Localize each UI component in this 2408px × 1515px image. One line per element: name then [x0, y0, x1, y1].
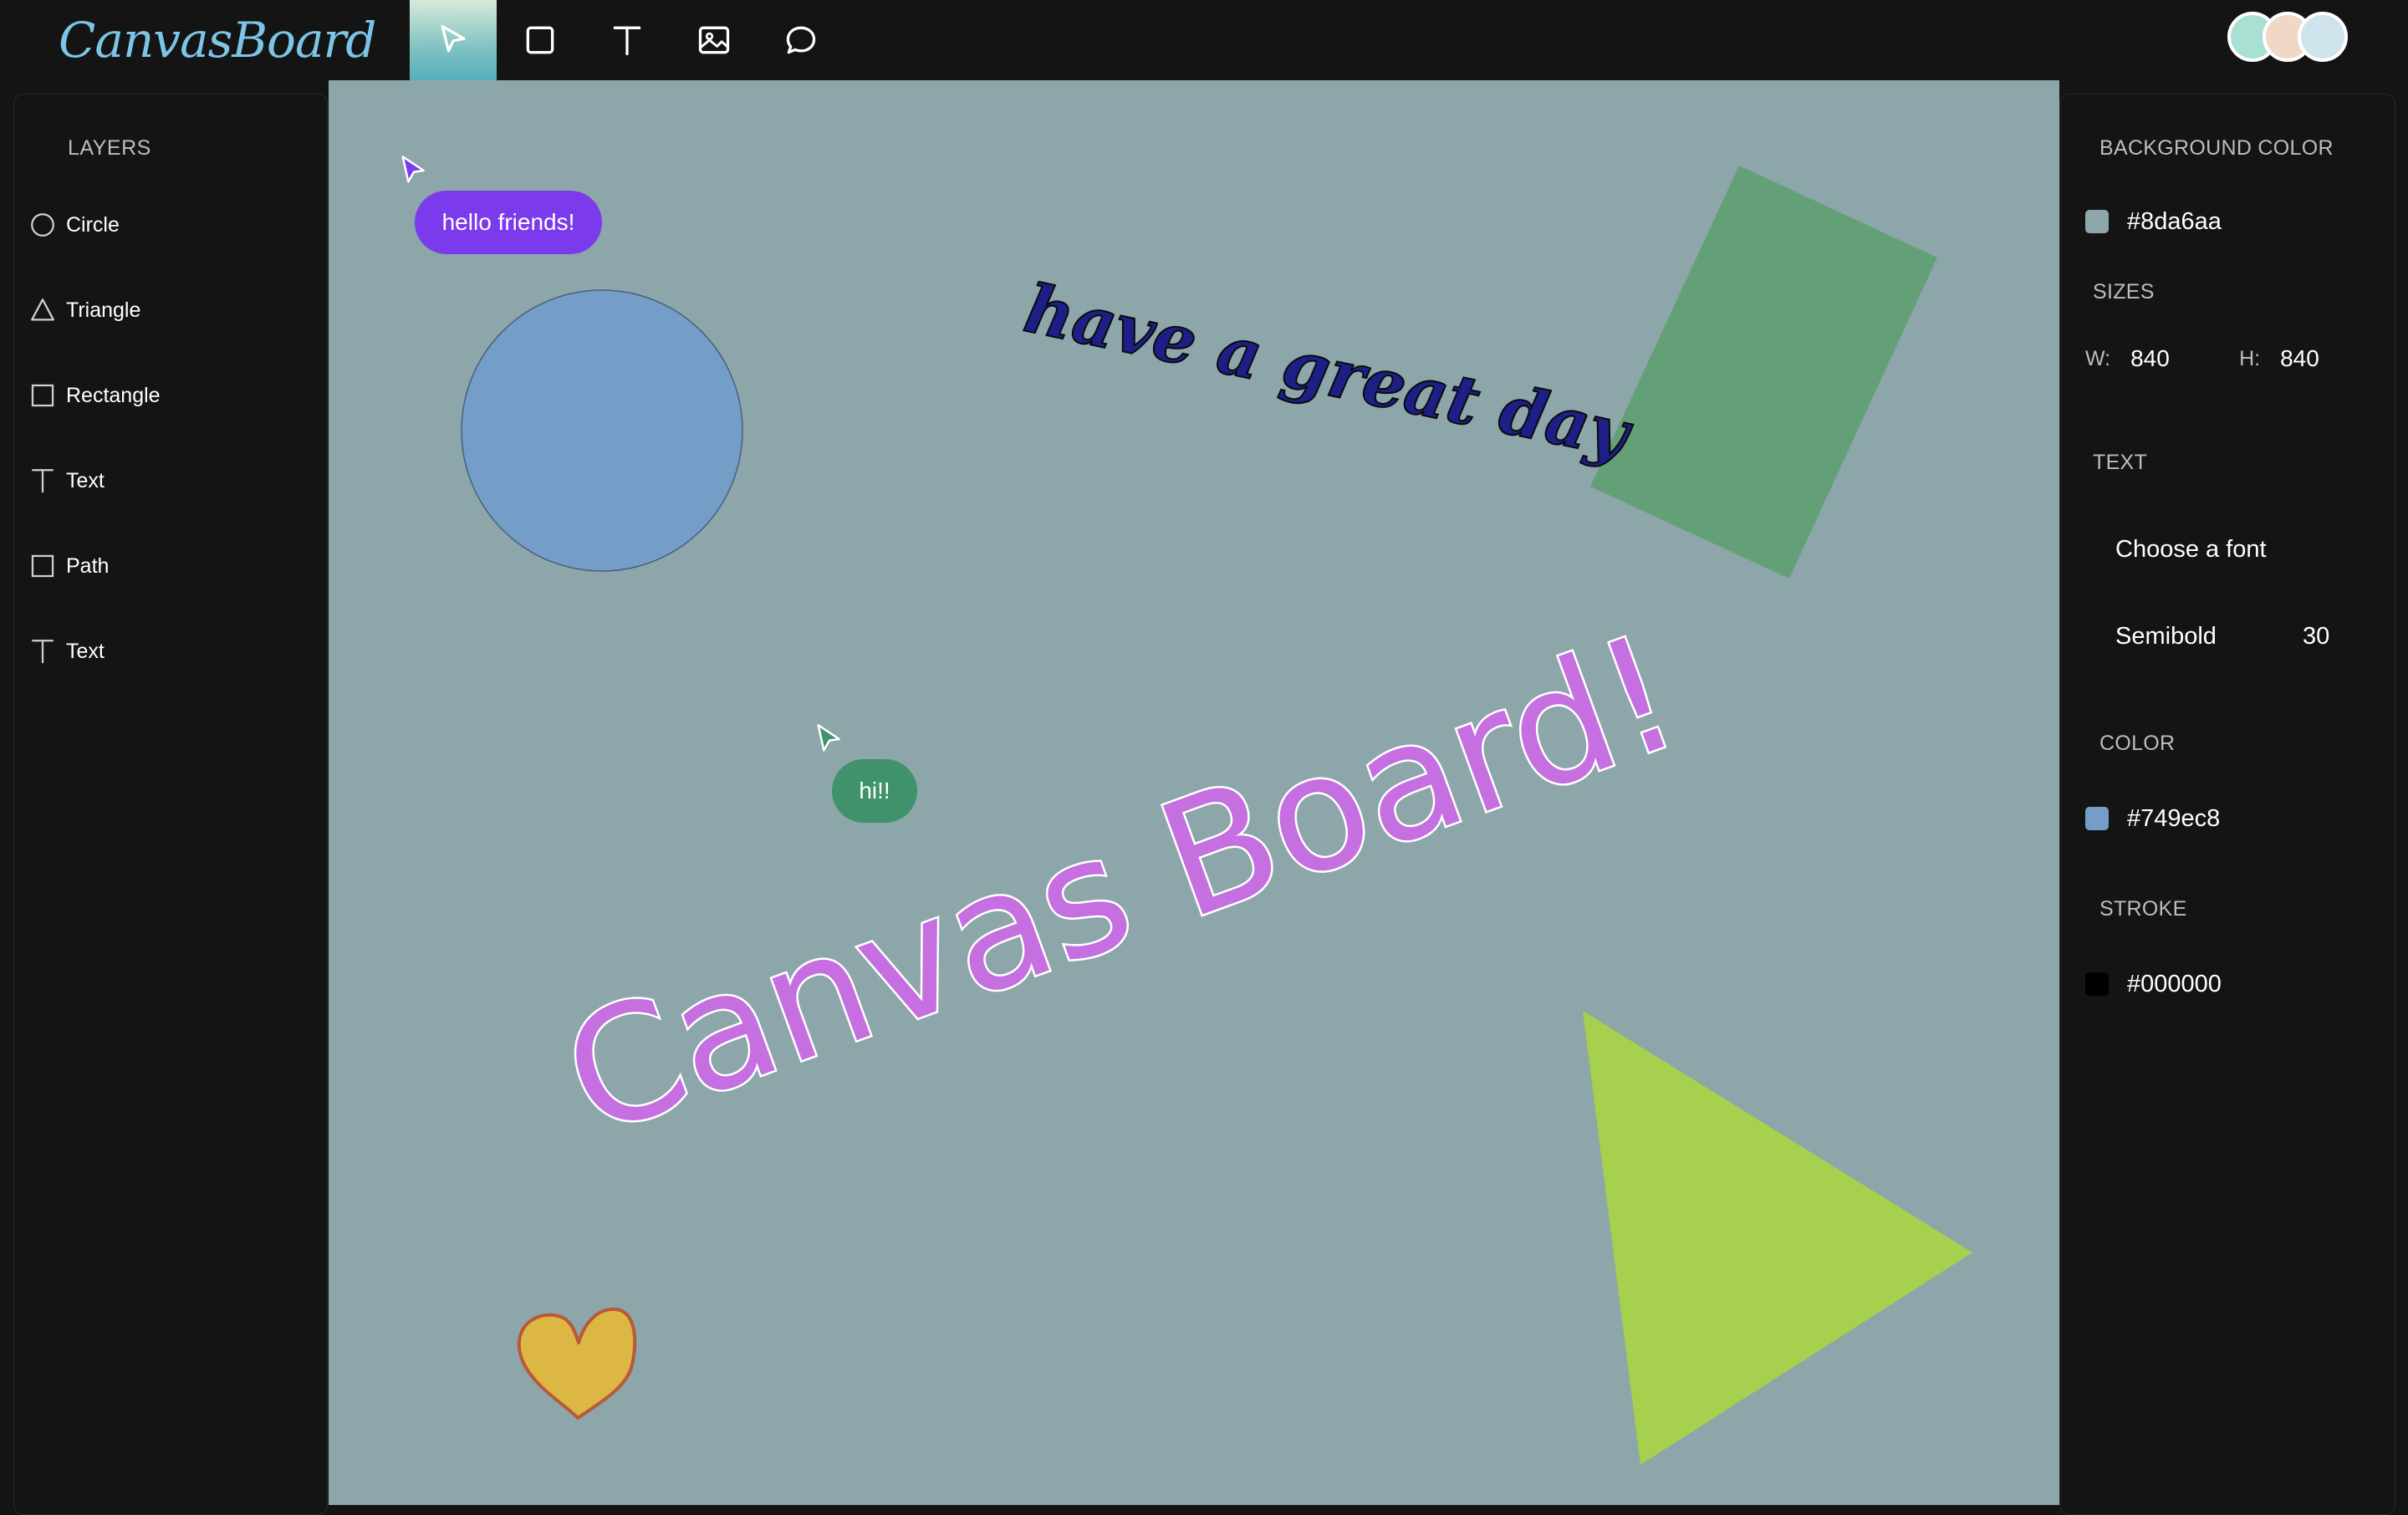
square-icon — [28, 551, 58, 581]
comment-tool-button[interactable] — [758, 0, 844, 80]
layer-label: Rectangle — [66, 383, 161, 407]
text-t-icon — [613, 26, 641, 56]
layer-label: Text — [66, 468, 105, 492]
layer-label: Triangle — [66, 298, 141, 322]
rectangle-shape[interactable] — [1590, 166, 1937, 579]
layer-item-triangle[interactable]: Triangle — [28, 285, 140, 335]
stroke-color-value[interactable]: #000000 — [2127, 971, 2222, 998]
comment-bubble[interactable]: hello friends! — [415, 191, 602, 254]
square-icon — [526, 26, 554, 54]
image-tool-button[interactable] — [671, 0, 758, 80]
layer-label: Circle — [66, 212, 120, 237]
layer-label: Path — [66, 553, 110, 578]
font-family-select[interactable]: Choose a font — [2115, 536, 2267, 564]
stroke-heading: STROKE — [2099, 897, 2187, 921]
background-color-heading: BACKGROUND COLOR — [2099, 136, 2334, 160]
layer-item-circle[interactable]: Circle — [28, 200, 120, 250]
fill-color-swatch[interactable] — [2085, 807, 2109, 830]
layer-label: Text — [66, 639, 105, 663]
layers-panel: LAYERS Circle Triangle Rectangle Text Pa… — [13, 94, 328, 1515]
avatar[interactable] — [2298, 12, 2348, 62]
layer-item-rectangle[interactable]: Rectangle — [28, 370, 161, 421]
image-icon — [698, 26, 730, 54]
app-logo[interactable]: CanvasBoard — [59, 3, 376, 77]
triangle-icon — [28, 295, 58, 325]
fill-color-value[interactable]: #749ec8 — [2127, 805, 2220, 833]
background-color-value[interactable]: #8da6aa — [2127, 208, 2222, 236]
height-label: H: — [2239, 346, 2261, 370]
size-fields: W: 840 H: 840 — [2085, 345, 2330, 372]
rectangle-tool-button[interactable] — [497, 0, 584, 80]
text-heading: TEXT — [2093, 451, 2148, 474]
top-bar: CanvasBoard — [0, 0, 2408, 80]
collaborator-cursor-icon — [401, 156, 425, 183]
circle-shape[interactable] — [461, 289, 743, 572]
text-t-icon — [28, 466, 58, 496]
layers-panel-title: LAYERS — [68, 136, 151, 160]
background-color-field[interactable]: #8da6aa — [2085, 205, 2222, 238]
text-tool-button[interactable] — [584, 0, 671, 80]
layer-item-text[interactable]: Text — [28, 626, 105, 676]
width-input[interactable]: 840 — [2130, 345, 2239, 372]
collaborator-cursor-icon — [817, 724, 840, 752]
stroke-color-swatch[interactable] — [2085, 972, 2109, 996]
canvas-shapes: have a great day Canvas Board! — [461, 166, 1972, 1465]
collaborator-avatars — [2227, 12, 2348, 62]
layer-item-text[interactable]: Text — [28, 456, 105, 506]
drawing-canvas[interactable]: have a great day Canvas Board! hello fri… — [329, 80, 2059, 1505]
cursor-arrow-icon — [441, 24, 466, 53]
width-label: W: — [2085, 346, 2111, 370]
title-text-shape[interactable]: Canvas Board! — [540, 598, 1701, 1174]
tool-palette — [410, 0, 844, 80]
comment-bubble[interactable]: hi!! — [832, 759, 917, 823]
layer-item-path[interactable]: Path — [28, 541, 109, 591]
square-icon — [28, 380, 58, 411]
heart-path-shape[interactable] — [517, 1307, 637, 1420]
height-input[interactable]: 840 — [2280, 345, 2330, 372]
text-t-icon — [28, 636, 58, 666]
color-heading: COLOR — [2099, 732, 2176, 755]
fill-color-field[interactable]: #749ec8 — [2085, 802, 2220, 835]
script-text-shape[interactable]: have a great day — [1018, 268, 1641, 475]
sizes-heading: SIZES — [2093, 280, 2155, 304]
stroke-color-field[interactable]: #000000 — [2085, 967, 2222, 1001]
font-weight-select[interactable]: Semibold — [2115, 623, 2217, 650]
speech-bubble-icon — [786, 26, 816, 54]
triangle-shape[interactable] — [1583, 1011, 1972, 1465]
circle-icon — [28, 210, 58, 240]
font-size-input[interactable]: 30 — [2303, 623, 2329, 650]
background-color-swatch[interactable] — [2085, 210, 2109, 233]
properties-panel: BACKGROUND COLOR #8da6aa SIZES W: 840 H:… — [2059, 94, 2395, 1515]
select-tool-button[interactable] — [410, 0, 497, 80]
